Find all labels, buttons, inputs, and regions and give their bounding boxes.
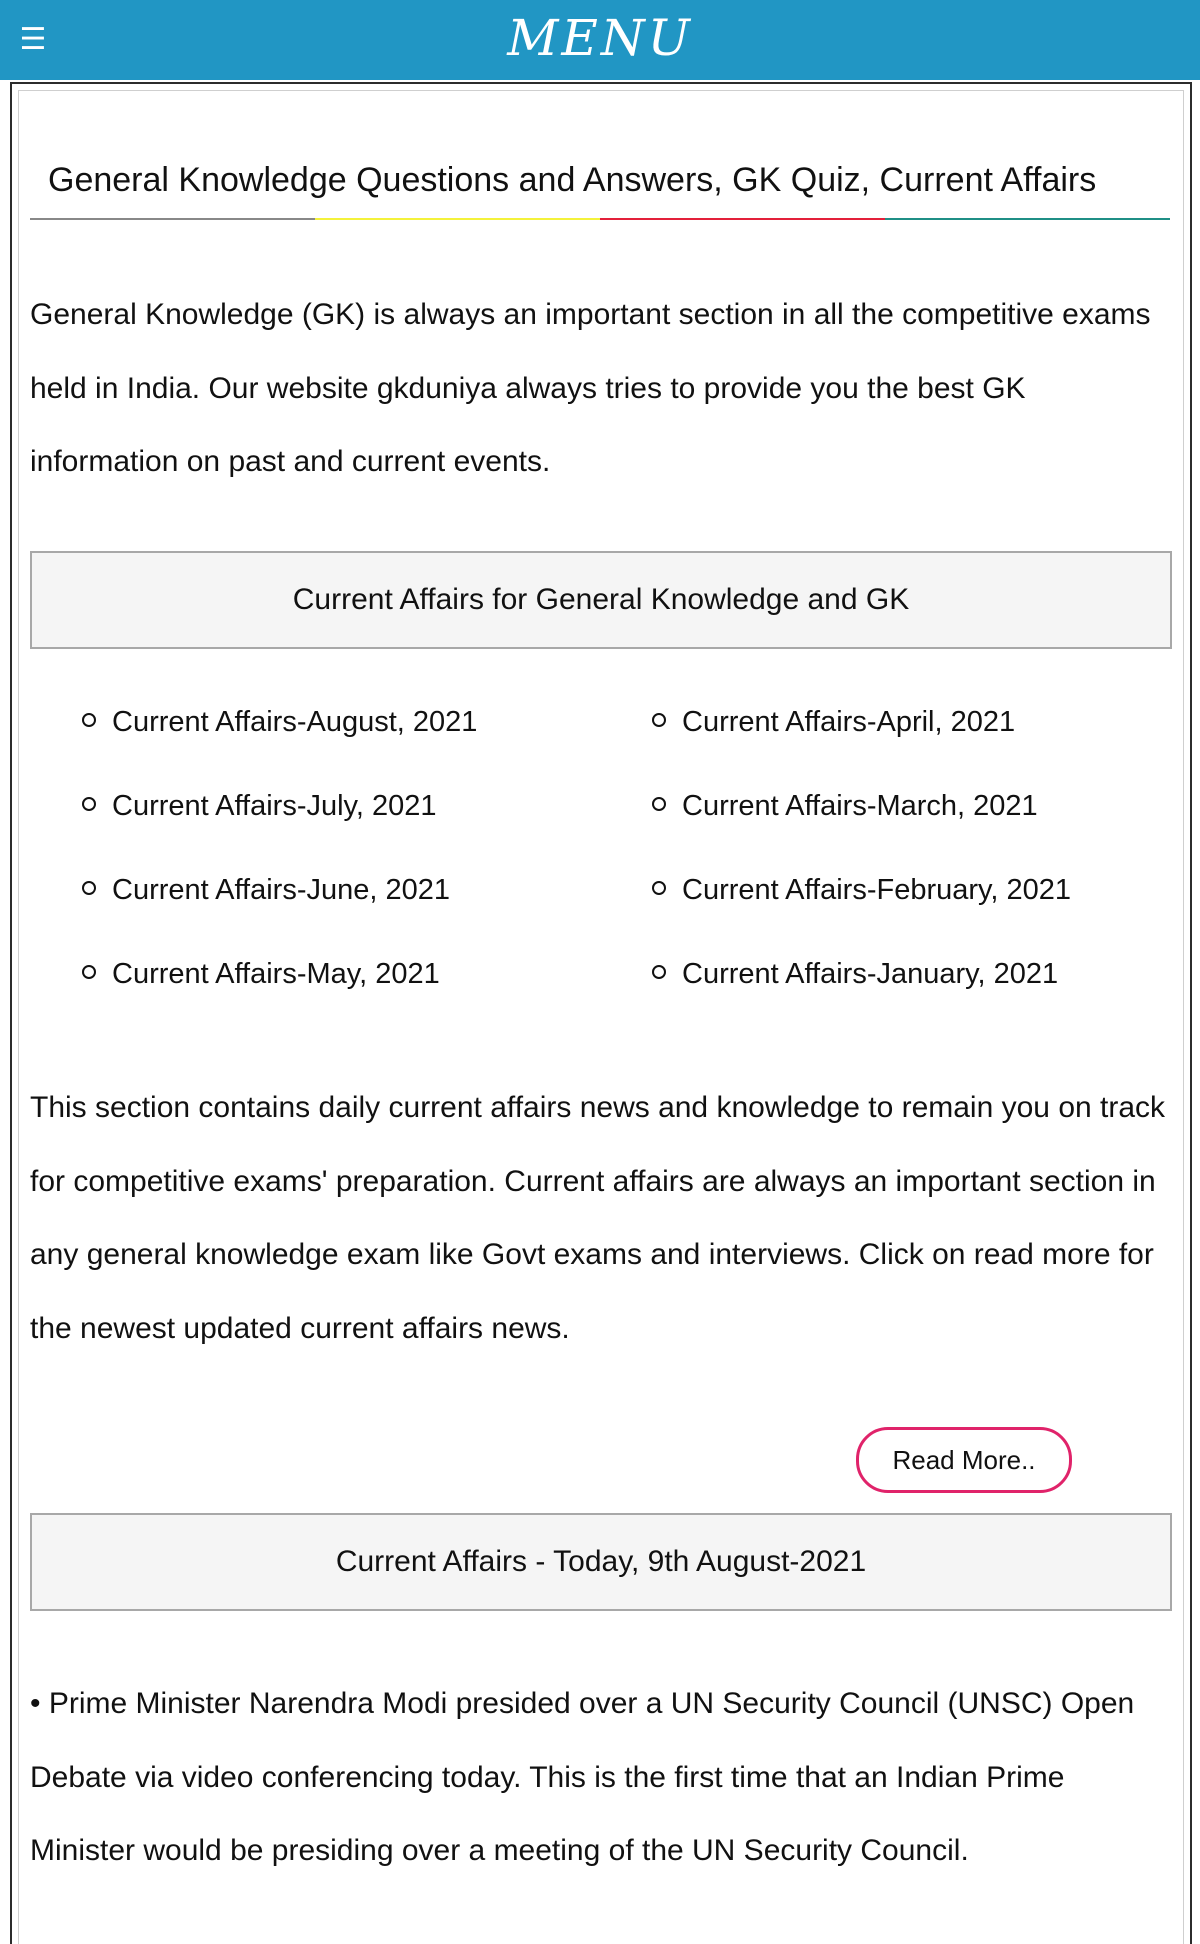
ca-link-april-2021[interactable]: Current Affairs-April, 2021 bbox=[652, 702, 1015, 742]
top-navigation-bar: ☰ MENU bbox=[0, 0, 1200, 80]
circle-bullet-icon bbox=[652, 797, 666, 812]
current-affairs-description: This section contains daily current affa… bbox=[30, 1091, 1166, 1345]
ca-link-may-2021[interactable]: Current Affairs-May, 2021 bbox=[82, 954, 440, 994]
ca-link-july-2021[interactable]: Current Affairs-July, 2021 bbox=[82, 786, 437, 826]
ca-link-label: Current Affairs-January, 2021 bbox=[682, 958, 1059, 990]
intro-paragraph: General Knowledge (GK) is always an impo… bbox=[30, 298, 1151, 478]
title-underline-segment-yellow bbox=[315, 218, 600, 220]
title-underline-segment-red bbox=[600, 218, 885, 220]
title-underline-segment-teal bbox=[885, 218, 1170, 220]
circle-bullet-icon bbox=[82, 713, 96, 728]
current-affairs-heading: Current Affairs for General Knowledge an… bbox=[30, 551, 1172, 649]
ca-link-label: Current Affairs-July, 2021 bbox=[112, 790, 437, 822]
ca-link-label: Current Affairs-August, 2021 bbox=[112, 706, 478, 738]
today-current-affairs-heading: Current Affairs - Today, 9th August-2021 bbox=[30, 1513, 1172, 1611]
ca-link-january-2021[interactable]: Current Affairs-January, 2021 bbox=[652, 954, 1058, 994]
circle-bullet-icon bbox=[652, 881, 666, 896]
ca-link-label: Current Affairs-June, 2021 bbox=[112, 874, 450, 906]
read-more-button[interactable]: Read More.. bbox=[856, 1427, 1072, 1493]
ca-link-label: Current Affairs-May, 2021 bbox=[112, 958, 440, 990]
page-title: General Knowledge Questions and Answers,… bbox=[48, 161, 1097, 199]
circle-bullet-icon bbox=[82, 797, 96, 812]
menu-title[interactable]: MENU bbox=[0, 6, 1200, 70]
ca-link-label: Current Affairs-February, 2021 bbox=[682, 874, 1071, 906]
circle-bullet-icon bbox=[82, 881, 96, 896]
title-underline-segment-grey bbox=[30, 218, 315, 220]
circle-bullet-icon bbox=[652, 713, 666, 728]
circle-bullet-icon bbox=[82, 965, 96, 980]
title-underline bbox=[30, 218, 1170, 220]
ca-link-august-2021[interactable]: Current Affairs-August, 2021 bbox=[82, 702, 477, 742]
circle-bullet-icon bbox=[652, 965, 666, 980]
ca-link-february-2021[interactable]: Current Affairs-February, 2021 bbox=[652, 870, 1071, 910]
ca-link-label: Current Affairs-April, 2021 bbox=[682, 706, 1016, 738]
ca-link-label: Current Affairs-March, 2021 bbox=[682, 790, 1038, 822]
ca-link-march-2021[interactable]: Current Affairs-March, 2021 bbox=[652, 786, 1038, 826]
ca-link-june-2021[interactable]: Current Affairs-June, 2021 bbox=[82, 870, 450, 910]
today-news-paragraph: • Prime Minister Narendra Modi presided … bbox=[30, 1687, 1135, 1867]
